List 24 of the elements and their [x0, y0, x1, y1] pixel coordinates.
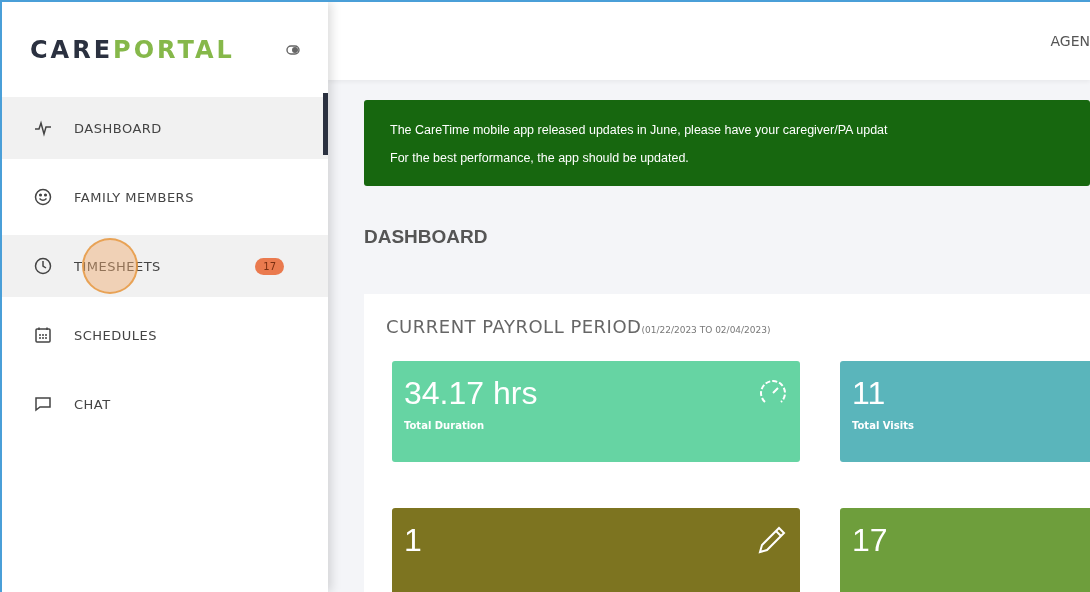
user-menu[interactable]: AGEN	[1050, 33, 1090, 49]
pulse-icon	[34, 119, 52, 137]
sidebar-item[interactable]: CHAT	[2, 373, 328, 435]
stat-value: 11	[852, 375, 886, 412]
pencil-icon	[756, 524, 788, 556]
chat-icon	[34, 395, 52, 413]
logo: CARE PORTAL	[30, 35, 235, 64]
sidebar-item[interactable]: FAMILY MEMBERS	[2, 166, 328, 228]
page-title: DASHBOARD	[364, 226, 489, 248]
smiley-icon	[34, 188, 52, 206]
sidebar-item[interactable]: SCHEDULES	[2, 304, 328, 366]
stat-value: 34.17 hrs	[404, 375, 538, 412]
section-title: CURRENT PAYROLL PERIOD	[386, 316, 642, 337]
stat-value: 17	[852, 522, 888, 559]
count-badge: 17	[255, 257, 284, 275]
notice-text: The CareTime mobile app released updates in June, please have your caregiver/PA updat	[390, 122, 889, 139]
clock-icon	[34, 257, 52, 275]
toggle-icon[interactable]	[286, 44, 300, 55]
stat-label: Total Visits	[852, 420, 914, 431]
notice-text: For the best performance, the app should be updated.	[390, 150, 690, 167]
stat-label: Total Duration	[404, 420, 485, 431]
stat-value: 1	[404, 522, 422, 559]
calendar-icon	[34, 326, 52, 344]
date-range: (01/22/2023 TO 02/04/2023)	[641, 325, 771, 335]
